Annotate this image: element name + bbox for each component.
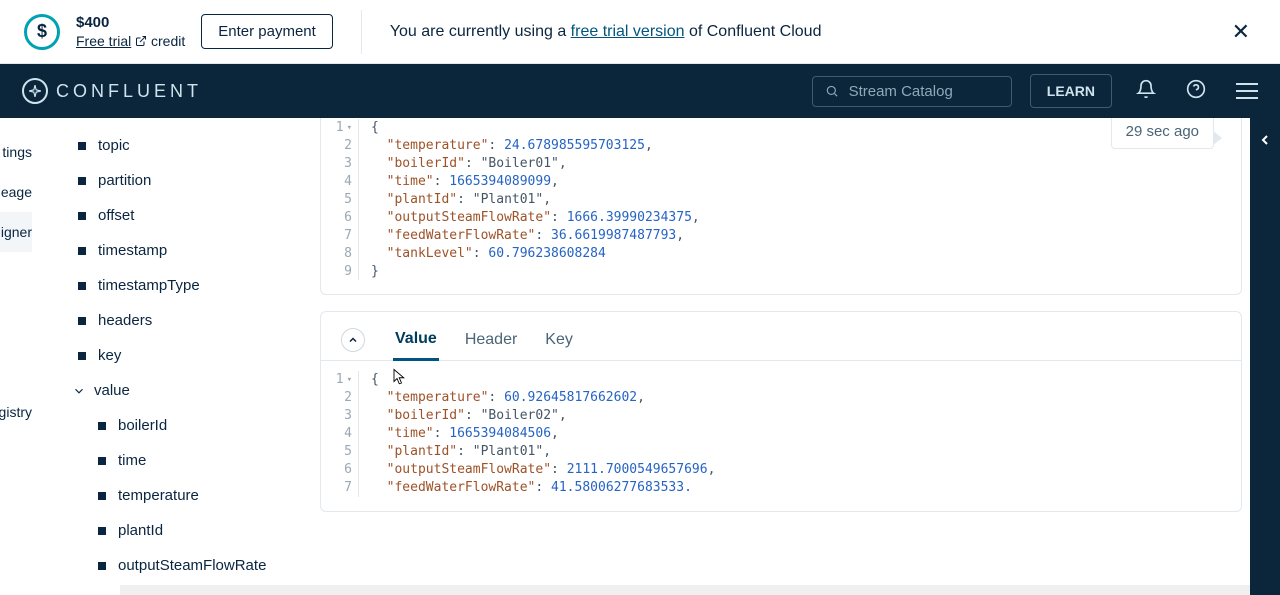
trial-banner: $ $400 Free trial credit Enter payment Y… xyxy=(0,0,1280,64)
top-nav: CONFLUENT LEARN xyxy=(0,64,1280,118)
logo-text: CONFLUENT xyxy=(56,81,202,102)
field-headers[interactable]: headers xyxy=(50,303,294,338)
messages-viewer: 29 sec ago 1▾ 2 3 4 5 6 7 8 9 { xyxy=(312,118,1250,595)
sidebar-item[interactable]: tings xyxy=(0,132,32,172)
close-icon[interactable]: ✕ xyxy=(1226,19,1256,45)
tab-header[interactable]: Header xyxy=(463,321,519,359)
credit-suffix: credit xyxy=(151,33,185,49)
menu-icon[interactable] xyxy=(1236,83,1258,99)
stream-catalog-search[interactable] xyxy=(812,76,1012,107)
dollar-icon: $ xyxy=(24,14,60,50)
field-outputsteamflowrate[interactable]: outputSteamFlowRate xyxy=(50,548,294,583)
credit-info: $400 Free trial credit xyxy=(76,14,185,49)
field-timestamptype[interactable]: timestampType xyxy=(50,268,294,303)
field-temperature[interactable]: temperature xyxy=(50,478,294,513)
right-collapse-rail[interactable] xyxy=(1250,118,1280,595)
left-nav-partial: tings eage igner gistry xyxy=(0,118,32,595)
field-value[interactable]: value xyxy=(50,373,294,408)
field-partition[interactable]: partition xyxy=(50,163,294,198)
message-fields-panel: topic partition offset timestamp timesta… xyxy=(32,118,312,595)
field-topic[interactable]: topic xyxy=(50,128,294,163)
horizontal-scrollbar[interactable] xyxy=(120,585,1250,595)
chevron-down-icon xyxy=(72,384,86,398)
logo[interactable]: CONFLUENT xyxy=(22,78,202,104)
banner-message: You are currently using a free trial ver… xyxy=(390,23,1210,41)
field-offset[interactable]: offset xyxy=(50,198,294,233)
free-trial-version-link[interactable]: free trial version xyxy=(571,23,685,40)
chevron-up-icon xyxy=(347,334,359,346)
tab-key[interactable]: Key xyxy=(543,321,575,359)
field-time[interactable]: time xyxy=(50,443,294,478)
learn-button[interactable]: LEARN xyxy=(1030,74,1112,108)
code-block-2[interactable]: 1▾ 2 3 4 5 6 7 { "temperature": 60.92645… xyxy=(321,361,1241,511)
logo-mark-icon xyxy=(22,78,48,104)
field-key[interactable]: key xyxy=(50,338,294,373)
sidebar-item[interactable]: eage xyxy=(0,172,32,212)
message-card-2: Value Header Key 1▾ 2 3 4 5 6 7 { "tempe… xyxy=(320,311,1242,512)
field-timestamp[interactable]: timestamp xyxy=(50,233,294,268)
notifications-icon[interactable] xyxy=(1130,73,1162,110)
main-area: tings eage igner gistry topic partition … xyxy=(0,118,1280,595)
code-block-1[interactable]: 1▾ 2 3 4 5 6 7 8 9 { "temperature": 24.6… xyxy=(321,118,1241,294)
external-link-icon xyxy=(135,35,147,47)
credit-line: Free trial credit xyxy=(76,33,185,49)
credit-amount: $400 xyxy=(76,14,185,31)
search-icon xyxy=(825,83,839,99)
free-trial-link[interactable]: Free trial xyxy=(76,33,131,49)
cursor-icon xyxy=(392,368,408,386)
message-card-1: 1▾ 2 3 4 5 6 7 8 9 { "temperature": 24.6… xyxy=(320,118,1242,295)
collapse-button[interactable] xyxy=(341,328,365,352)
tab-value[interactable]: Value xyxy=(393,320,439,361)
divider xyxy=(361,10,362,54)
card-tabs: Value Header Key xyxy=(321,312,1241,361)
enter-payment-button[interactable]: Enter payment xyxy=(201,14,333,49)
search-input[interactable] xyxy=(849,83,999,100)
timestamp-pill: 29 sec ago xyxy=(1111,118,1214,149)
sidebar-item[interactable]: igner xyxy=(0,212,32,252)
sidebar-item[interactable]: gistry xyxy=(0,392,32,432)
help-icon[interactable] xyxy=(1180,73,1212,110)
field-plantid[interactable]: plantId xyxy=(50,513,294,548)
field-boilerid[interactable]: boilerId xyxy=(50,408,294,443)
chevron-left-icon xyxy=(1257,132,1273,148)
